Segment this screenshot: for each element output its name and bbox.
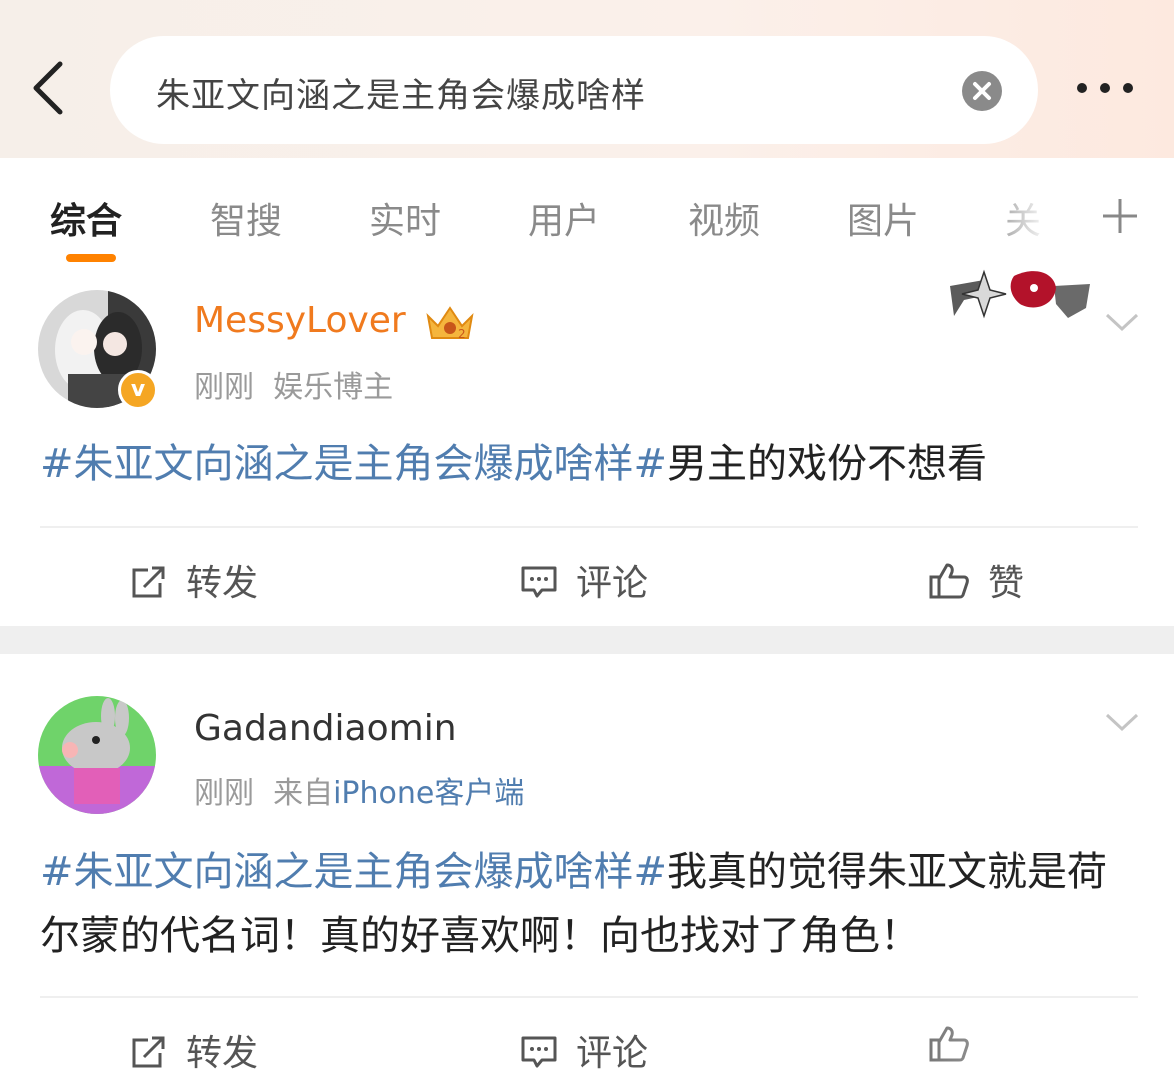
divider xyxy=(40,996,1138,998)
repost-icon xyxy=(132,566,165,598)
comment-button[interactable]: 评论 xyxy=(520,554,648,606)
avatar[interactable] xyxy=(38,696,156,814)
comment-label: 评论 xyxy=(576,563,649,604)
like-label: 赞 xyxy=(988,563,1025,604)
section-separator xyxy=(0,626,1174,654)
repost-button[interactable]: 转发 xyxy=(130,1024,258,1076)
post-time: 刚刚 xyxy=(194,370,254,405)
like-button[interactable]: 赞 xyxy=(928,554,1024,606)
result-tabs: 综合 智搜 实时 用户 视频 图片 关 xyxy=(0,158,1174,270)
active-tab-indicator xyxy=(66,254,116,262)
tab-users[interactable]: 用户 xyxy=(528,192,600,244)
chevron-down-icon[interactable] xyxy=(1104,710,1140,734)
repost-label: 转发 xyxy=(186,563,259,604)
back-arrow-icon[interactable] xyxy=(26,58,76,118)
search-query-text: 朱亚文向涵之是主角会爆成啥样 xyxy=(156,76,646,116)
tab-smart-search[interactable]: 智搜 xyxy=(210,192,282,244)
svg-text:2: 2 xyxy=(458,327,466,341)
tab-images[interactable]: 图片 xyxy=(847,192,919,244)
add-tab-icon[interactable] xyxy=(1100,196,1140,236)
tab-realtime[interactable]: 实时 xyxy=(369,192,441,244)
comment-icon xyxy=(521,566,557,598)
vip-crown-icon: 2 xyxy=(424,304,476,348)
post-body: 男主的戏份不想看 xyxy=(667,441,988,487)
comment-label: 评论 xyxy=(576,1033,649,1074)
post-source[interactable]: iPhone客户端 xyxy=(333,776,524,811)
username[interactable]: MessyLover xyxy=(194,300,406,341)
post-content: #朱亚文向涵之是主角会爆成啥样#我真的觉得朱亚文就是荷尔蒙的代名词！真的好喜欢啊… xyxy=(40,840,1130,968)
card-decoration-icon xyxy=(944,266,1094,328)
post-time: 刚刚 xyxy=(194,776,254,811)
chevron-down-icon[interactable] xyxy=(1104,310,1140,334)
repost-button[interactable]: 转发 xyxy=(130,554,258,606)
repost-icon xyxy=(132,1036,165,1068)
post-meta: 刚刚 娱乐博主 xyxy=(194,362,393,406)
post-card[interactable]: Gadandiaomin 刚刚 来自iPhone客户端 #朱亚文向涵之是主角会爆… xyxy=(0,654,1174,1080)
clear-icon[interactable] xyxy=(962,71,1002,111)
post-author-tag: 娱乐博主 xyxy=(273,370,394,405)
post-source-prefix: 来自 xyxy=(273,776,334,811)
comment-button[interactable]: 评论 xyxy=(520,1024,648,1076)
tab-video[interactable]: 视频 xyxy=(688,192,760,244)
tab-fade-overlay xyxy=(985,188,1065,248)
search-header: 朱亚文向涵之是主角会爆成啥样 xyxy=(0,0,1174,158)
more-options-icon[interactable] xyxy=(1070,76,1140,100)
hashtag-link[interactable]: #朱亚文向涵之是主角会爆成啥样# xyxy=(40,849,667,895)
like-icon xyxy=(929,563,969,599)
repost-label: 转发 xyxy=(186,1033,259,1074)
post-content: #朱亚文向涵之是主角会爆成啥样#男主的戏份不想看 xyxy=(40,432,1130,496)
search-input[interactable]: 朱亚文向涵之是主角会爆成啥样 xyxy=(110,36,1038,144)
comment-icon xyxy=(521,1036,557,1068)
divider xyxy=(40,526,1138,528)
hashtag-link[interactable]: #朱亚文向涵之是主角会爆成啥样# xyxy=(40,441,667,487)
post-meta: 刚刚 来自iPhone客户端 xyxy=(194,768,524,812)
verified-badge-icon: v xyxy=(118,370,158,410)
tab-all[interactable]: 综合 xyxy=(50,192,122,244)
watermark-overlay xyxy=(928,1022,1174,1080)
username[interactable]: Gadandiaomin xyxy=(194,708,457,749)
